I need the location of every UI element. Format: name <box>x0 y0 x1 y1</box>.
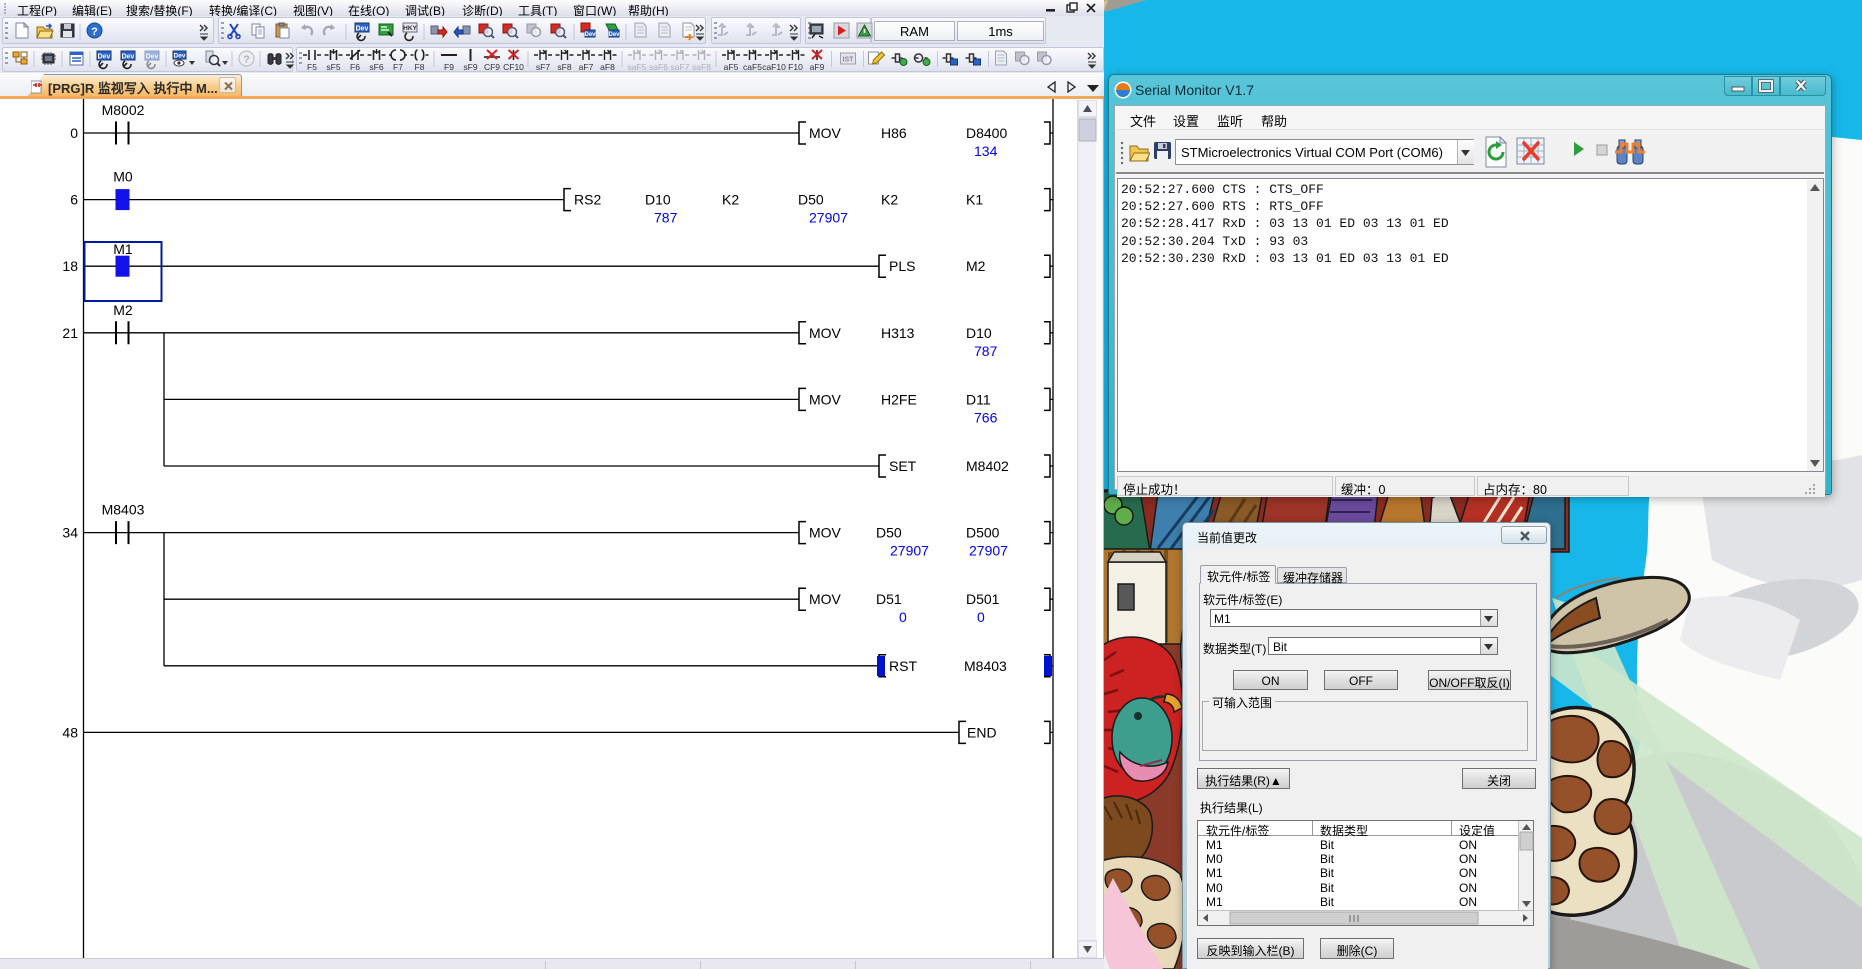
svg-text:D11: D11 <box>966 391 991 407</box>
svg-text:CF9: CF9 <box>484 62 500 72</box>
svg-text:SET: SET <box>889 458 917 474</box>
svg-text:F10: F10 <box>788 62 803 72</box>
svg-text:caF10: caF10 <box>762 62 786 72</box>
svg-text:aF8: aF8 <box>600 62 615 72</box>
svg-text:RST: RST <box>889 658 917 674</box>
svg-text:H2FE: H2FE <box>881 391 917 407</box>
svg-text:MOV: MOV <box>809 591 842 607</box>
svg-text:787: 787 <box>654 210 678 226</box>
svg-text:F8: F8 <box>415 62 425 72</box>
svg-text:D10: D10 <box>645 192 671 208</box>
svg-text:?: ? <box>91 26 98 38</box>
svg-text:D51: D51 <box>876 591 902 607</box>
svg-text:CF10: CF10 <box>503 62 524 72</box>
svg-text:787: 787 <box>974 343 998 359</box>
svg-text:Dev: Dev <box>174 53 186 60</box>
svg-text:21: 21 <box>62 325 78 341</box>
svg-text:0: 0 <box>899 609 907 625</box>
svg-text:M8403: M8403 <box>964 658 1007 674</box>
svg-text:MOV: MOV <box>809 525 842 541</box>
svg-text:Dev: Dev <box>356 26 369 33</box>
svg-text:D50: D50 <box>876 525 902 541</box>
svg-text:134: 134 <box>974 143 998 159</box>
svg-text:F7: F7 <box>393 62 403 72</box>
svg-text:aF9: aF9 <box>810 62 825 72</box>
svg-text:H313: H313 <box>881 325 915 341</box>
svg-text:PLS: PLS <box>889 258 915 274</box>
svg-text:aF7: aF7 <box>579 62 594 72</box>
svg-text:766: 766 <box>974 409 998 425</box>
svg-text:aF5: aF5 <box>724 62 739 72</box>
svg-text:saF6: saF6 <box>649 62 668 72</box>
svg-text:MOV: MOV <box>809 391 842 407</box>
svg-text:M1: M1 <box>113 241 133 257</box>
svg-text:D8400: D8400 <box>966 125 1007 141</box>
svg-text:27907: 27907 <box>890 543 929 559</box>
svg-text:Dev: Dev <box>122 54 135 61</box>
svg-text:D10: D10 <box>966 325 992 341</box>
svg-text:M2: M2 <box>113 302 133 318</box>
svg-text:sF9: sF9 <box>463 62 477 72</box>
svg-text:H86: H86 <box>881 125 907 141</box>
svg-text:sF5: sF5 <box>326 62 340 72</box>
svg-text:48: 48 <box>62 724 78 740</box>
svg-text:6: 6 <box>70 192 78 208</box>
svg-text:END: END <box>967 724 997 740</box>
svg-text:RS2: RS2 <box>574 192 601 208</box>
svg-text:27907: 27907 <box>969 543 1008 559</box>
svg-text:M2: M2 <box>966 258 986 274</box>
svg-text:0: 0 <box>70 125 78 141</box>
svg-text:Dev: Dev <box>584 32 596 38</box>
svg-text:Dev: Dev <box>98 54 111 61</box>
svg-text:D501: D501 <box>966 591 1000 607</box>
svg-text:K1: K1 <box>966 192 983 208</box>
svg-text:F6: F6 <box>350 62 360 72</box>
svg-text:caF5: caF5 <box>743 62 762 72</box>
svg-text:sF8: sF8 <box>557 62 571 72</box>
svg-text:M8403: M8403 <box>102 502 145 518</box>
svg-text:M0: M0 <box>113 169 133 185</box>
svg-text:34: 34 <box>62 525 78 541</box>
svg-text:saF8: saF8 <box>692 62 711 72</box>
svg-text:D500: D500 <box>966 525 1000 541</box>
svg-text:K2: K2 <box>881 192 898 208</box>
svg-text:saF7: saF7 <box>671 62 690 72</box>
svg-text:IST: IST <box>843 57 855 64</box>
svg-text:27907: 27907 <box>809 210 848 226</box>
svg-text:sF7: sF7 <box>536 62 550 72</box>
svg-text:D50: D50 <box>798 192 824 208</box>
svg-text:F9: F9 <box>444 62 454 72</box>
svg-text:?: ? <box>243 54 250 66</box>
svg-text:sF6: sF6 <box>369 62 383 72</box>
svg-text:M8002: M8002 <box>102 102 145 118</box>
svg-text:F5: F5 <box>307 62 317 72</box>
svg-text:M8402: M8402 <box>966 458 1009 474</box>
svg-text:saF5: saF5 <box>628 62 647 72</box>
svg-text:K2: K2 <box>722 192 739 208</box>
svg-text:MOV: MOV <box>809 325 842 341</box>
svg-text:18: 18 <box>62 258 78 274</box>
svg-text:Dev: Dev <box>608 32 620 38</box>
svg-text:HKY: HKY <box>403 25 417 32</box>
svg-text:MOV: MOV <box>809 125 842 141</box>
svg-text:0: 0 <box>977 609 985 625</box>
svg-text:Dev: Dev <box>146 54 159 61</box>
